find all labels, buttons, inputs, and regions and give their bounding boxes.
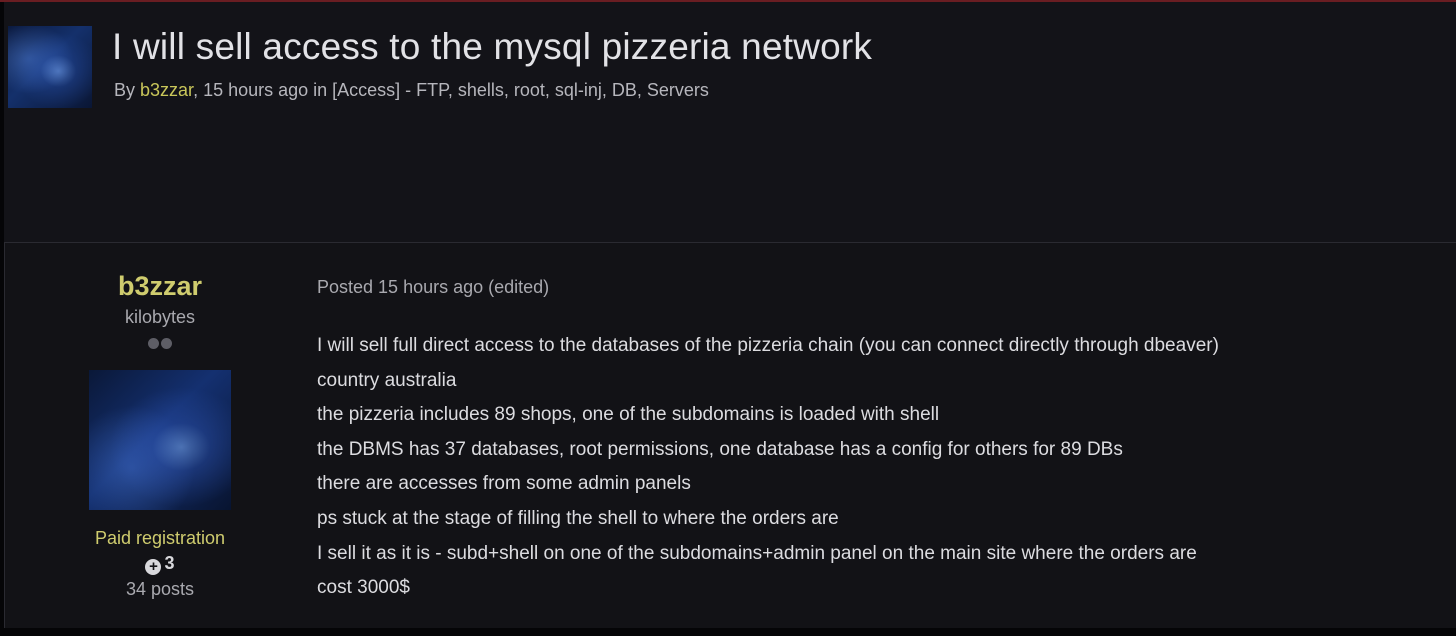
post-line: the pizzeria includes 89 shops, one of t… bbox=[317, 404, 940, 426]
topic-header: I will sell access to the mysql pizzeria… bbox=[8, 22, 1448, 112]
author-group: Paid registration bbox=[94, 528, 226, 548]
rank-pips bbox=[65, 336, 255, 352]
topic-meta: By b3zzar, 15 hours ago in [Access] - FT… bbox=[114, 80, 709, 101]
reputation: +3 bbox=[65, 553, 255, 575]
window-edge-bottom bbox=[0, 628, 1456, 636]
post-line: there are accesses from some admin panel… bbox=[317, 473, 691, 495]
post-line: I sell it as it is - subd+shell on one o… bbox=[317, 542, 1197, 564]
topic-title: I will sell access to the mysql pizzeria… bbox=[112, 26, 873, 67]
post-author-panel: b3zzar kilobytes Paid registration +3 34… bbox=[65, 271, 255, 600]
topic-meta-suffix: , 15 hours ago in [Access] - FTP, shells… bbox=[193, 80, 709, 100]
post-line: ps stuck at the stage of filling the she… bbox=[317, 507, 839, 529]
post-line: cost 3000$ bbox=[317, 577, 410, 599]
post-author-avatar[interactable] bbox=[89, 370, 231, 510]
post-container: b3zzar kilobytes Paid registration +3 34… bbox=[4, 242, 1456, 630]
rank-pip bbox=[148, 338, 159, 349]
author-rank: kilobytes bbox=[124, 307, 196, 327]
rank-pip bbox=[161, 338, 172, 349]
reputation-count: 3 bbox=[164, 553, 175, 573]
post-line: the DBMS has 37 databases, root permissi… bbox=[317, 438, 1123, 460]
topic-meta-prefix: By bbox=[114, 80, 141, 100]
post-author-name[interactable]: b3zzar bbox=[65, 271, 255, 305]
post-line: I will sell full direct access to the da… bbox=[317, 335, 1219, 356]
topic-author-avatar[interactable] bbox=[8, 26, 92, 108]
post-body: I will sell full direct access to the da… bbox=[317, 335, 1437, 612]
author-post-count: 34 posts bbox=[125, 579, 195, 599]
forum-page: I will sell access to the mysql pizzeria… bbox=[0, 0, 1456, 636]
post-content: Posted 15 hours ago (edited) I will sell… bbox=[317, 277, 1437, 612]
post-line: country australia bbox=[317, 369, 457, 391]
topic-author-link[interactable]: b3zzar bbox=[140, 80, 193, 100]
post-timestamp: Posted 15 hours ago (edited) bbox=[317, 277, 550, 297]
plus-circle-icon: + bbox=[145, 559, 162, 575]
